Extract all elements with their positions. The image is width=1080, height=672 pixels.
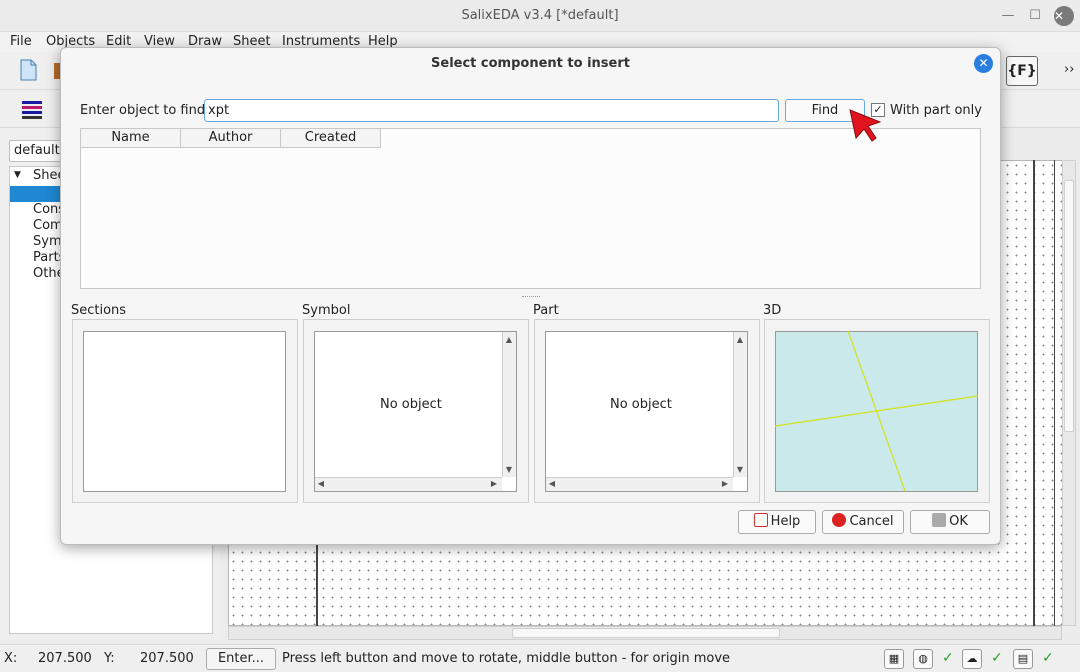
symbol-label: Symbol (302, 303, 351, 318)
clapper-icon[interactable]: ▦ (884, 649, 904, 669)
part-label: Part (533, 303, 559, 318)
tree-expand-icon[interactable]: ▼ (14, 170, 21, 180)
y-label: Y: (104, 651, 115, 666)
cancel-icon (832, 513, 847, 527)
maximize-icon[interactable]: ☐ (1027, 8, 1043, 24)
tree-item-components[interactable]: Com (33, 218, 63, 233)
cancel-button[interactable]: Cancel (822, 510, 904, 534)
scroll-left-icon[interactable]: ◀ (315, 479, 327, 488)
column-header-author[interactable]: Author (181, 129, 281, 148)
y-value: 207.500 (140, 651, 194, 666)
column-header-name[interactable]: Name (81, 129, 181, 148)
scroll-down-icon[interactable]: ▼ (503, 465, 515, 474)
canvas-vscroll-thumb[interactable] (1064, 180, 1074, 432)
3d-label: 3D (763, 303, 782, 318)
sphere-icon[interactable]: ◍ (913, 649, 933, 669)
scroll-up-icon[interactable]: ▲ (503, 335, 515, 344)
symbol-no-object: No object (380, 397, 442, 412)
symbol-vscrollbar[interactable] (502, 332, 516, 477)
dialog-title: Select component to insert (431, 56, 630, 71)
ok-button[interactable]: OK (910, 510, 990, 534)
layers-icon[interactable] (20, 98, 44, 122)
find-label: Enter object to find: (80, 103, 210, 118)
mouse-cursor-icon (849, 109, 882, 142)
window-title: SalixEDA v3.4 [*default] (461, 8, 619, 23)
part-scroll-right-icon[interactable]: ▶ (719, 479, 731, 488)
part-scroll-left-icon[interactable]: ◀ (546, 479, 558, 488)
toolbar-overflow-icon[interactable]: ›› (1064, 62, 1074, 77)
part-only-label: With part only (890, 103, 982, 118)
splitter-handle[interactable] (522, 296, 540, 297)
help-icon (753, 513, 768, 527)
check-icon: ✓ (942, 650, 954, 666)
results-table[interactable] (80, 128, 981, 289)
ok-icon (932, 513, 947, 527)
sections-list[interactable] (83, 331, 286, 492)
enter-coordinates-button[interactable]: Enter... (206, 648, 276, 670)
formula-icon[interactable]: {F} (1006, 56, 1038, 86)
canvas-frame-line-right (1033, 160, 1035, 626)
part-hscrollbar[interactable] (546, 477, 733, 491)
3d-preview[interactable] (775, 331, 978, 492)
help-button[interactable]: Help (738, 510, 816, 534)
menu-file[interactable]: File (10, 34, 32, 49)
part-vscrollbar[interactable] (733, 332, 747, 477)
new-document-icon[interactable] (16, 58, 40, 82)
sections-label: Sections (71, 303, 127, 318)
x-value: 207.500 (38, 651, 92, 666)
cloud-icon[interactable]: ☁ (962, 649, 982, 669)
check-icon-2: ✓ (991, 650, 1003, 666)
column-header-created[interactable]: Created (281, 129, 381, 148)
canvas-frame-line-right-2 (1054, 160, 1055, 626)
part-no-object: No object (610, 397, 672, 412)
find-input[interactable] (204, 99, 779, 122)
canvas-hscroll-thumb[interactable] (512, 628, 780, 638)
window-close-icon[interactable]: ✕ (1054, 6, 1074, 26)
part-scroll-down-icon[interactable]: ▼ (734, 465, 746, 474)
status-message: Press left button and move to rotate, mi… (282, 651, 731, 666)
scroll-right-icon[interactable]: ▶ (488, 479, 500, 488)
check-icon-3: ✓ (1042, 650, 1054, 666)
canvas-frame-line (316, 545, 318, 626)
x-label: X: (4, 651, 18, 666)
tree-item-symbols[interactable]: Sym (33, 234, 62, 249)
part-scroll-up-icon[interactable]: ▲ (734, 335, 746, 344)
dialog-close-icon[interactable]: ✕ (974, 54, 993, 73)
minimize-icon[interactable]: — (1000, 8, 1016, 24)
symbol-hscrollbar[interactable] (315, 477, 502, 491)
library-icon[interactable]: ▤ (1013, 649, 1033, 669)
